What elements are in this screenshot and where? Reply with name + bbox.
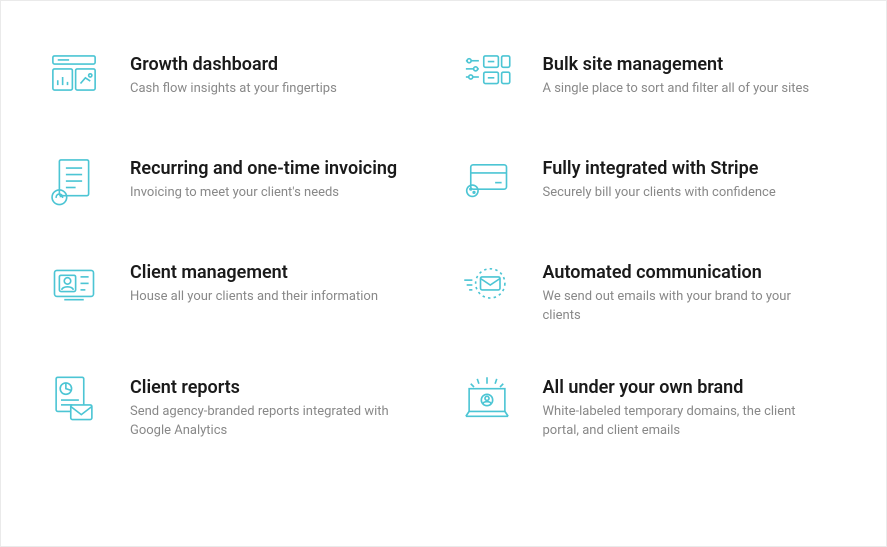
feature-stripe-integration: Fully integrated with Stripe Securely bi… bbox=[459, 155, 842, 211]
feature-title: Client reports bbox=[130, 376, 429, 399]
feature-title: Bulk site management bbox=[543, 53, 842, 76]
feature-title: Recurring and one-time invoicing bbox=[130, 157, 429, 180]
feature-desc: White-labeled temporary domains, the cli… bbox=[543, 403, 823, 441]
brand-icon bbox=[459, 374, 515, 430]
feature-desc: Send agency-branded reports integrated w… bbox=[130, 403, 410, 441]
feature-client-reports: Client reports Send agency-branded repor… bbox=[46, 374, 429, 441]
bulk-sites-icon bbox=[459, 51, 515, 107]
feature-desc: A single place to sort and filter all of… bbox=[543, 80, 823, 99]
feature-title: All under your own brand bbox=[543, 376, 842, 399]
features-grid: Growth dashboard Cash flow insights at y… bbox=[46, 51, 841, 441]
feature-own-brand: All under your own brand White-labeled t… bbox=[459, 374, 842, 441]
feature-growth-dashboard: Growth dashboard Cash flow insights at y… bbox=[46, 51, 429, 107]
dashboard-icon bbox=[46, 51, 102, 107]
feature-client-management: Client management House all your clients… bbox=[46, 259, 429, 326]
feature-automated-communication: Automated communication We send out emai… bbox=[459, 259, 842, 326]
feature-desc: Invoicing to meet your client's needs bbox=[130, 184, 410, 203]
feature-desc: We send out emails with your brand to yo… bbox=[543, 288, 823, 326]
feature-title: Client management bbox=[130, 261, 429, 284]
feature-title: Automated communication bbox=[543, 261, 842, 284]
feature-recurring-invoicing: Recurring and one-time invoicing Invoici… bbox=[46, 155, 429, 211]
client-reports-icon bbox=[46, 374, 102, 430]
feature-desc: Cash flow insights at your fingertips bbox=[130, 80, 410, 99]
feature-title: Fully integrated with Stripe bbox=[543, 157, 842, 180]
feature-bulk-site-management: Bulk site management A single place to s… bbox=[459, 51, 842, 107]
feature-title: Growth dashboard bbox=[130, 53, 429, 76]
automated-email-icon bbox=[459, 259, 515, 315]
client-management-icon bbox=[46, 259, 102, 315]
invoicing-icon bbox=[46, 155, 102, 211]
feature-desc: Securely bill your clients with confiden… bbox=[543, 184, 823, 203]
feature-desc: House all your clients and their informa… bbox=[130, 288, 410, 307]
stripe-icon bbox=[459, 155, 515, 211]
